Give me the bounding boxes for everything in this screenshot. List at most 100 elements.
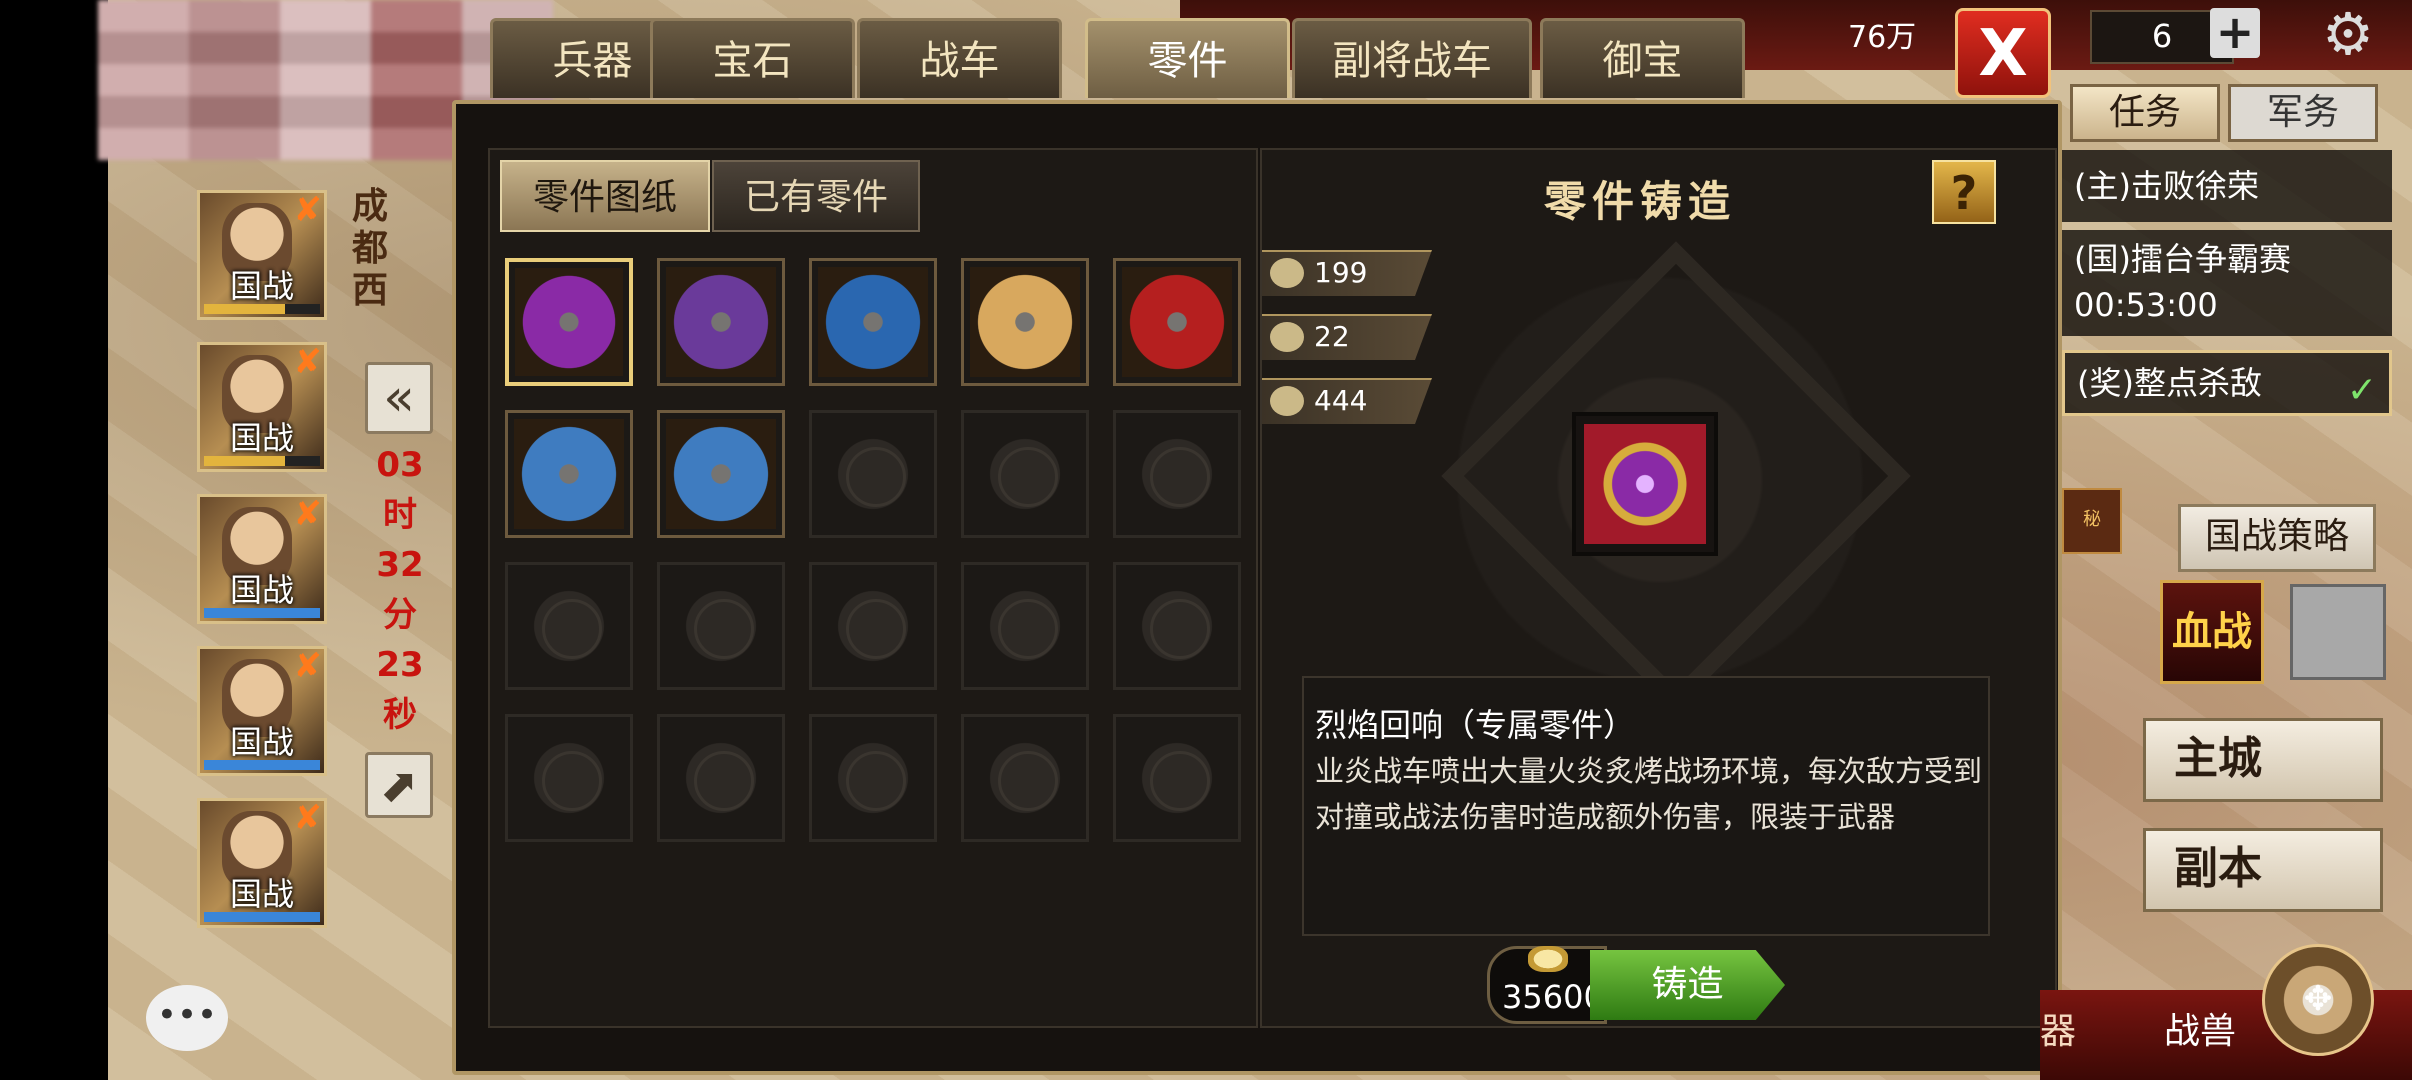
checkmark-icon: ✓ xyxy=(2346,370,2377,411)
empty-part-slot xyxy=(657,714,785,842)
help-button[interactable]: ? xyxy=(1932,160,1996,224)
main-city-button[interactable]: 主城 xyxy=(2143,718,2383,802)
empty-slot-emblem-icon xyxy=(998,751,1058,811)
empty-part-slot xyxy=(657,562,785,690)
tab-parts[interactable]: 零件 xyxy=(1085,18,1290,98)
hero-bar xyxy=(204,760,320,770)
timer-hours-unit: 时 xyxy=(383,495,417,535)
gear-icon[interactable]: ⚙ xyxy=(2318,4,2378,64)
hero-card-4[interactable]: ✘ 国战 xyxy=(197,646,327,776)
crossed-swords-icon: ✘ xyxy=(293,646,323,686)
empty-slot-emblem-icon xyxy=(1150,599,1210,659)
empty-part-slot xyxy=(961,714,1089,842)
quest-main[interactable]: (主)击败徐荣 xyxy=(2062,150,2392,222)
timer-minutes-unit: 分 xyxy=(383,595,417,635)
hero-bar xyxy=(204,456,320,466)
bottom-weapon-label[interactable]: 器 xyxy=(2040,1002,2076,1054)
part-slot-part-spiked-chariot[interactable] xyxy=(657,410,785,538)
hero-card-2[interactable]: ✘ 国战 xyxy=(197,342,327,472)
tab-gem[interactable]: 宝石 xyxy=(650,18,855,98)
empty-slot-emblem-icon xyxy=(542,599,602,659)
empty-slot-emblem-icon xyxy=(846,751,906,811)
empty-slot-emblem-icon xyxy=(542,751,602,811)
ore-icon xyxy=(1270,386,1304,416)
part-slot-part-flame[interactable] xyxy=(961,258,1089,386)
hero-label: 国战 xyxy=(229,419,294,457)
timer-minutes: 32 xyxy=(376,545,424,585)
hero-card-1[interactable]: ✘ 国战 xyxy=(197,190,327,320)
quest-arena[interactable]: (国)擂台争霸赛 00:53:00 xyxy=(2062,230,2392,336)
tab-military[interactable]: 军务 xyxy=(2228,84,2378,142)
part-spiked-chariot-icon xyxy=(666,419,776,529)
empty-part-slot xyxy=(961,410,1089,538)
forge-target-slot[interactable] xyxy=(1572,412,1718,556)
hero-bar xyxy=(204,608,320,618)
dungeon-button[interactable]: 副本 xyxy=(2143,828,2383,912)
hero-label: 国战 xyxy=(229,267,294,305)
empty-part-slot xyxy=(809,410,937,538)
material-amount: 199 xyxy=(1314,256,1368,289)
timer-seconds: 23 xyxy=(376,645,424,685)
collapse-button[interactable]: « xyxy=(365,362,433,434)
quest-arena-title: (国)擂台争霸赛 xyxy=(2074,240,2291,278)
subtab-owned-parts[interactable]: 已有零件 xyxy=(712,160,920,232)
empty-slot-emblem-icon xyxy=(1150,447,1210,507)
part-flag-chariot-icon xyxy=(818,267,928,377)
tab-deputy-chariot[interactable]: 副将战车 xyxy=(1292,18,1532,98)
part-slot-part-dragon-head[interactable] xyxy=(1113,258,1241,386)
secret-book-icon[interactable]: 秘 xyxy=(2062,488,2122,554)
blood-war-button[interactable]: 血战 xyxy=(2160,580,2264,684)
part-mace-icon xyxy=(666,267,776,377)
world-map-button[interactable] xyxy=(2290,584,2386,680)
forge-button[interactable]: 铸造 xyxy=(1590,950,1785,1020)
part-flame-icon xyxy=(970,267,1080,377)
part-name: 烈焰回响（专属零件） xyxy=(1315,706,1636,744)
part-description: 业炎战车喷出大量火炎炙烤战场环境，每次敌方受到对撞或战法伤害时造成额外伤害，限装… xyxy=(1315,754,1983,834)
city-name: 成都西 xyxy=(351,186,388,311)
part-slot-part-purple-swirl[interactable] xyxy=(505,258,633,386)
crossed-swords-icon: ✘ xyxy=(293,494,323,534)
timer-hours: 03 xyxy=(376,445,424,485)
quest-reward[interactable]: (奖)整点杀敌 ✓ xyxy=(2062,350,2392,416)
timer-seconds-unit: 秒 xyxy=(383,695,417,735)
part-slot-part-mace[interactable] xyxy=(657,258,785,386)
part-slot-part-flag-chariot[interactable] xyxy=(809,258,937,386)
empty-part-slot xyxy=(1113,410,1241,538)
hero-label: 国战 xyxy=(229,875,294,913)
empty-slot-emblem-icon xyxy=(846,447,906,507)
empty-part-slot xyxy=(809,562,937,690)
chat-icon[interactable]: ••• xyxy=(146,985,228,1051)
material-icon xyxy=(1270,258,1304,288)
crossed-swords-icon: ✘ xyxy=(293,798,323,838)
empty-part-slot xyxy=(505,562,633,690)
expand-arrow-button[interactable]: ⬈ xyxy=(365,752,433,818)
strategy-button[interactable]: 国战策略 xyxy=(2178,504,2376,572)
subtab-blueprints[interactable]: 零件图纸 xyxy=(500,160,710,232)
tab-treasure[interactable]: 御宝 xyxy=(1540,18,1745,98)
crossed-swords-icon: ✘ xyxy=(293,190,323,230)
empty-part-slot xyxy=(809,714,937,842)
material-amount: 444 xyxy=(1314,384,1368,417)
forge-title: 零件铸造 xyxy=(1543,177,1736,226)
empty-part-slot xyxy=(1113,562,1241,690)
bottom-beast-button[interactable]: 战兽 xyxy=(2164,1002,2236,1054)
hero-card-3[interactable]: ✘ 国战 xyxy=(197,494,327,624)
hero-card-5[interactable]: ✘ 国战 xyxy=(197,798,327,928)
empty-slot-emblem-icon xyxy=(694,751,754,811)
part-slot-part-armor-chariot[interactable] xyxy=(505,410,633,538)
quest-arena-time: 00:53:00 xyxy=(2074,286,2218,324)
empty-slot-emblem-icon xyxy=(998,447,1058,507)
empty-slot-emblem-icon xyxy=(694,599,754,659)
part-purple-swirl-icon xyxy=(515,268,623,376)
empty-part-slot xyxy=(961,562,1089,690)
empty-part-slot xyxy=(505,714,633,842)
tab-task[interactable]: 任务 xyxy=(2070,84,2220,142)
material-amount: 22 xyxy=(1314,320,1350,353)
dpad-icon[interactable]: ✥ xyxy=(2262,944,2374,1056)
part-armor-chariot-icon xyxy=(514,419,624,529)
close-button[interactable]: X xyxy=(1955,8,2051,98)
tab-chariot[interactable]: 战车 xyxy=(857,18,1062,98)
hero-bar xyxy=(204,912,320,922)
add-resource-button[interactable]: + xyxy=(2210,8,2260,58)
hero-label: 国战 xyxy=(229,571,294,609)
